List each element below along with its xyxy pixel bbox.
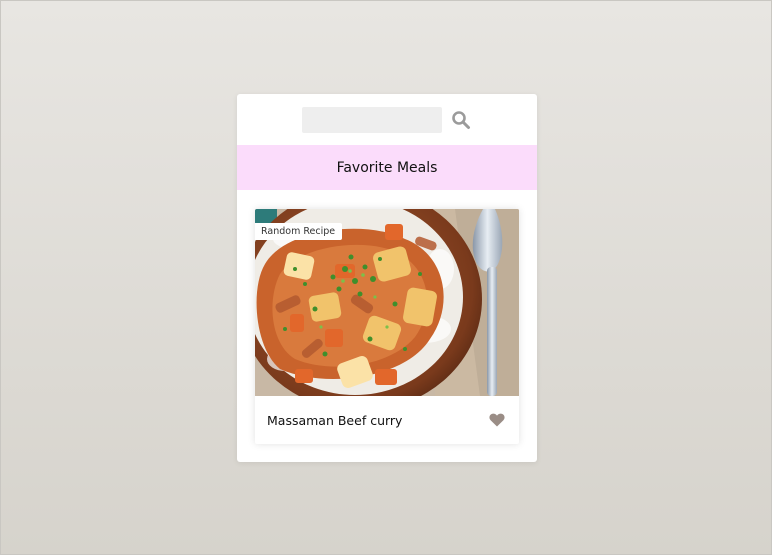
favorite-button[interactable]	[487, 410, 507, 430]
heart-icon	[489, 413, 505, 427]
search-header	[237, 94, 537, 145]
meal-footer: Massaman Beef curry	[255, 396, 519, 444]
meal-app: Favorite Meals Random Recipe Massaman Be…	[237, 94, 537, 462]
meal-name: Massaman Beef curry	[267, 412, 403, 428]
random-recipe-badge: Random Recipe	[255, 223, 343, 240]
search-icon	[452, 110, 470, 129]
favorites-section: Favorite Meals	[237, 145, 537, 190]
favorites-title: Favorite Meals	[336, 159, 438, 176]
meal-card: Random Recipe Massaman Beef curry	[255, 209, 519, 444]
search-input[interactable]	[302, 106, 442, 133]
meal-image: Random Recipe	[255, 209, 519, 396]
search-button[interactable]	[450, 109, 472, 131]
